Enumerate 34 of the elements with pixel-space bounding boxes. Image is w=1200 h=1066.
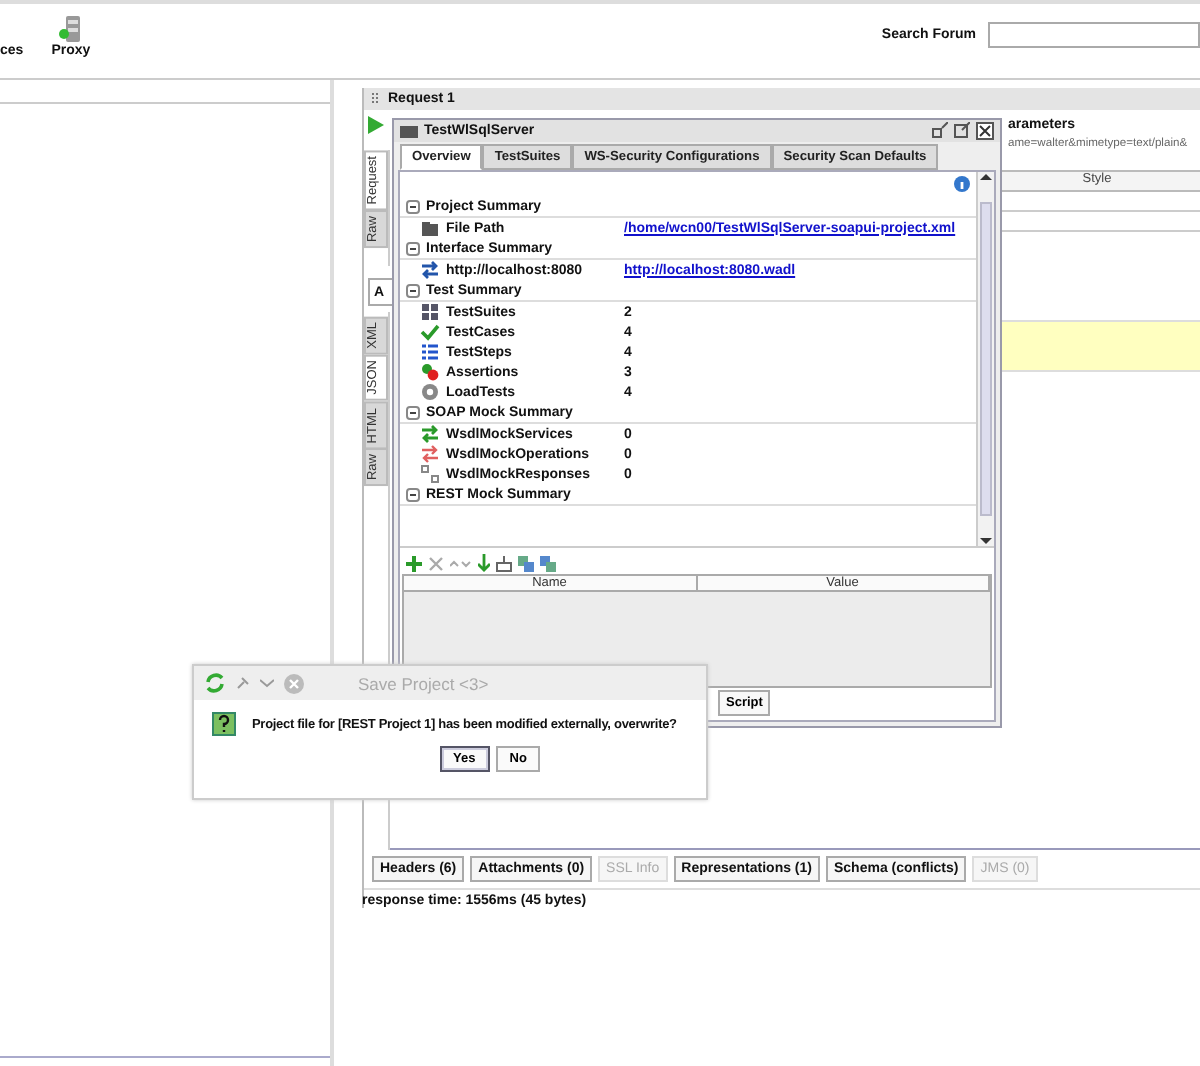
chevrons-icon[interactable] [450,557,472,569]
play-icon[interactable] [368,115,384,133]
collapse-icon[interactable] [406,241,420,255]
minimize-icon[interactable] [932,122,948,138]
collapse-icon[interactable] [406,283,420,297]
arrows-icon [420,424,440,444]
help-icon[interactable] [954,176,970,192]
pin-icon[interactable] [236,676,250,690]
maximize-icon[interactable] [954,122,970,138]
list-icon [420,342,440,362]
down-arrow-icon[interactable] [478,554,490,572]
collapse-icon[interactable] [406,487,420,501]
check-icon [420,322,440,342]
arrows-icon [420,260,440,280]
search-field[interactable] [988,22,1200,48]
plus-icon[interactable] [406,555,422,571]
collapse-icon[interactable] [406,405,420,419]
folder-icon [420,218,440,238]
dialog-title: Save Project <3> [358,673,489,693]
scroll-up-icon[interactable] [980,172,992,182]
folder-icon [400,124,418,138]
question-icon [212,712,236,736]
close-icon[interactable] [976,122,994,140]
dots-icon [420,362,440,382]
scroll-down-icon[interactable] [980,536,992,546]
gear-icon [420,382,440,402]
scrollbar-thumb[interactable] [980,202,992,516]
chevron-icon[interactable] [260,678,274,688]
collapse-icon[interactable] [406,199,420,213]
scrollbar[interactable] [976,172,994,546]
server-icon[interactable] [58,16,83,44]
arrows-icon [420,444,440,464]
grip-icon[interactable] [370,92,380,106]
refresh-icon [204,672,226,694]
